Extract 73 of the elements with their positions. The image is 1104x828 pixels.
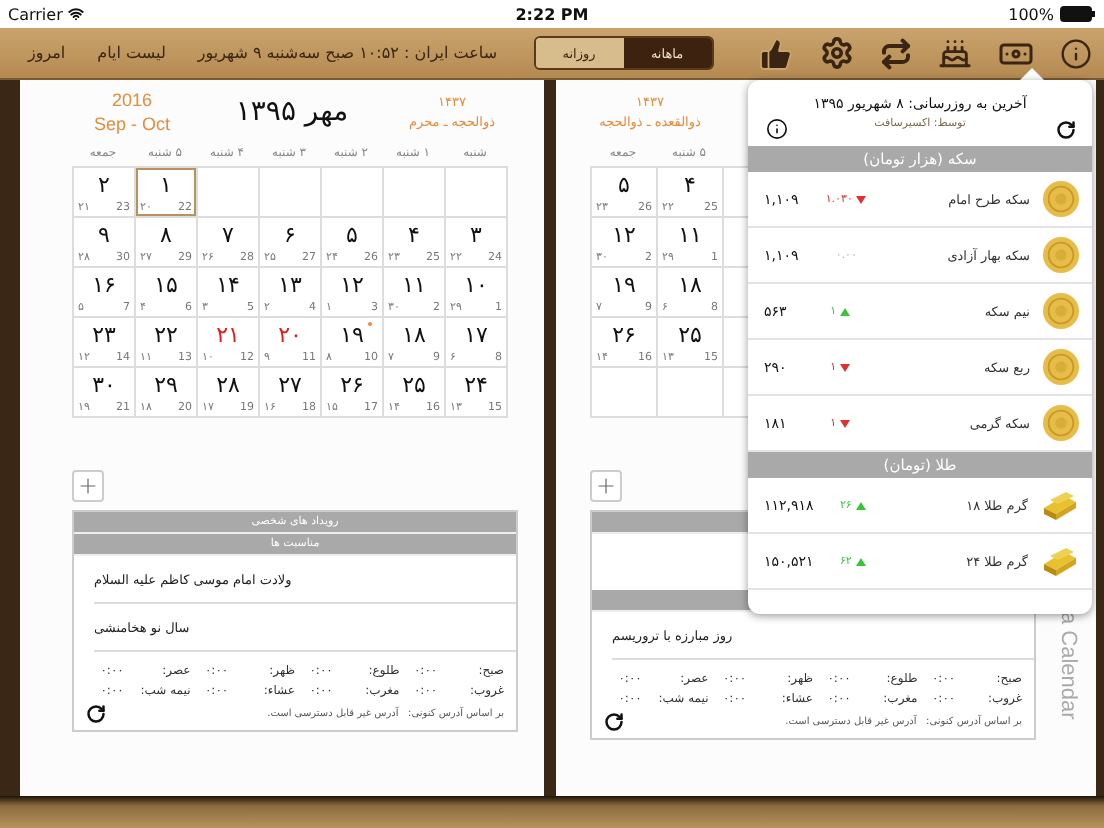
day-number: ۱ bbox=[158, 170, 174, 198]
battery-percent: 100% bbox=[1008, 5, 1054, 23]
day-number: ۲۷ bbox=[276, 370, 303, 398]
refresh-icon[interactable] bbox=[86, 704, 106, 724]
days-list-link[interactable]: لیست ایام bbox=[97, 44, 166, 62]
day-number: ۳ bbox=[468, 220, 484, 248]
today-link[interactable]: امروز bbox=[28, 44, 66, 62]
coin-icon bbox=[1042, 236, 1080, 274]
battery-icon bbox=[1060, 6, 1096, 22]
day-number: ۲۴ bbox=[462, 370, 490, 398]
coin-icon bbox=[1042, 292, 1080, 330]
day-number: ۳۰ bbox=[90, 370, 116, 398]
day-number: ۱۳ bbox=[276, 270, 304, 298]
plus-icon bbox=[594, 474, 618, 498]
iran-time-text: ساعت ایران : ۱۰:۵۲ صبح سه‌شنبه ۹ شهریور bbox=[197, 44, 498, 62]
day-number: ۵ bbox=[616, 170, 632, 198]
coin-icon bbox=[1042, 404, 1080, 442]
coin-icon bbox=[1042, 180, 1080, 218]
day-number: ۱۲ bbox=[610, 220, 638, 248]
day-number: ۲۳ bbox=[90, 320, 118, 348]
gregorian-months: Sep - Oct bbox=[93, 114, 170, 134]
gregorian-year: 2016 bbox=[111, 90, 153, 110]
day-number: ۲۹ bbox=[152, 370, 178, 398]
day-number: ۱۸ bbox=[676, 270, 704, 298]
day-number: ۶ bbox=[282, 220, 298, 248]
day-number: ۱۷ bbox=[462, 320, 490, 348]
day-number: ۱۴ bbox=[214, 270, 242, 298]
bullion-bars-icon bbox=[1040, 489, 1080, 521]
day-number: ۱۵ bbox=[152, 270, 180, 298]
coin-icon bbox=[1042, 348, 1080, 386]
day-number: ۲۱ bbox=[214, 320, 241, 348]
down-triangle-icon bbox=[840, 419, 851, 427]
day-number: ۱۰ bbox=[462, 270, 490, 298]
day-number: ۲۲ bbox=[152, 320, 179, 348]
info-icon[interactable] bbox=[766, 118, 788, 140]
day-number: ۱۲ bbox=[338, 270, 366, 298]
down-triangle-icon bbox=[856, 195, 867, 203]
day-number: ۲۵ bbox=[400, 370, 428, 398]
cake-icon[interactable] bbox=[938, 36, 972, 70]
day-number: ۲۶ bbox=[338, 370, 366, 398]
day-number: ۱۸ bbox=[400, 320, 428, 348]
month-title: مهر ۱۳۹۵ bbox=[233, 96, 351, 128]
day-number: ۲ bbox=[96, 170, 112, 198]
refresh-icon[interactable] bbox=[1056, 120, 1076, 140]
up-triangle-icon bbox=[855, 501, 866, 509]
refresh-icon[interactable] bbox=[604, 712, 624, 732]
wifi-icon bbox=[68, 6, 85, 22]
day-number: ۱۶ bbox=[90, 270, 118, 298]
thumbs-up-icon[interactable] bbox=[758, 35, 794, 71]
day-number: ۱۱ bbox=[676, 220, 704, 248]
day-number: ۲۵ bbox=[676, 320, 704, 348]
day-number: ۲۰ bbox=[276, 320, 304, 348]
plus-icon bbox=[76, 474, 100, 498]
day-number: ۴ bbox=[406, 220, 422, 248]
day-number: ۵ bbox=[344, 220, 360, 248]
day-number: ۸ bbox=[158, 220, 174, 248]
info-icon[interactable] bbox=[1060, 37, 1092, 69]
up-triangle-icon bbox=[840, 307, 851, 315]
day-number: ۱۱ bbox=[400, 270, 428, 298]
settings-icon[interactable] bbox=[820, 36, 854, 70]
day-number: ۲۶ bbox=[610, 320, 638, 348]
day-number: ۲۸ bbox=[214, 370, 241, 398]
day-number: ۷ bbox=[220, 220, 236, 248]
day-number: ۱۹ bbox=[338, 320, 365, 348]
repeat-icon[interactable] bbox=[880, 37, 912, 69]
up-triangle-icon bbox=[855, 557, 866, 565]
carrier-label: Carrier bbox=[8, 5, 63, 23]
clock-time: 2:22 PM bbox=[515, 5, 589, 23]
down-triangle-icon bbox=[840, 363, 851, 371]
day-number: ۴ bbox=[682, 170, 698, 198]
bullion-bars-icon bbox=[1040, 545, 1080, 577]
day-number: ۱۹ bbox=[610, 270, 638, 298]
day-number: ۹ bbox=[96, 220, 112, 248]
